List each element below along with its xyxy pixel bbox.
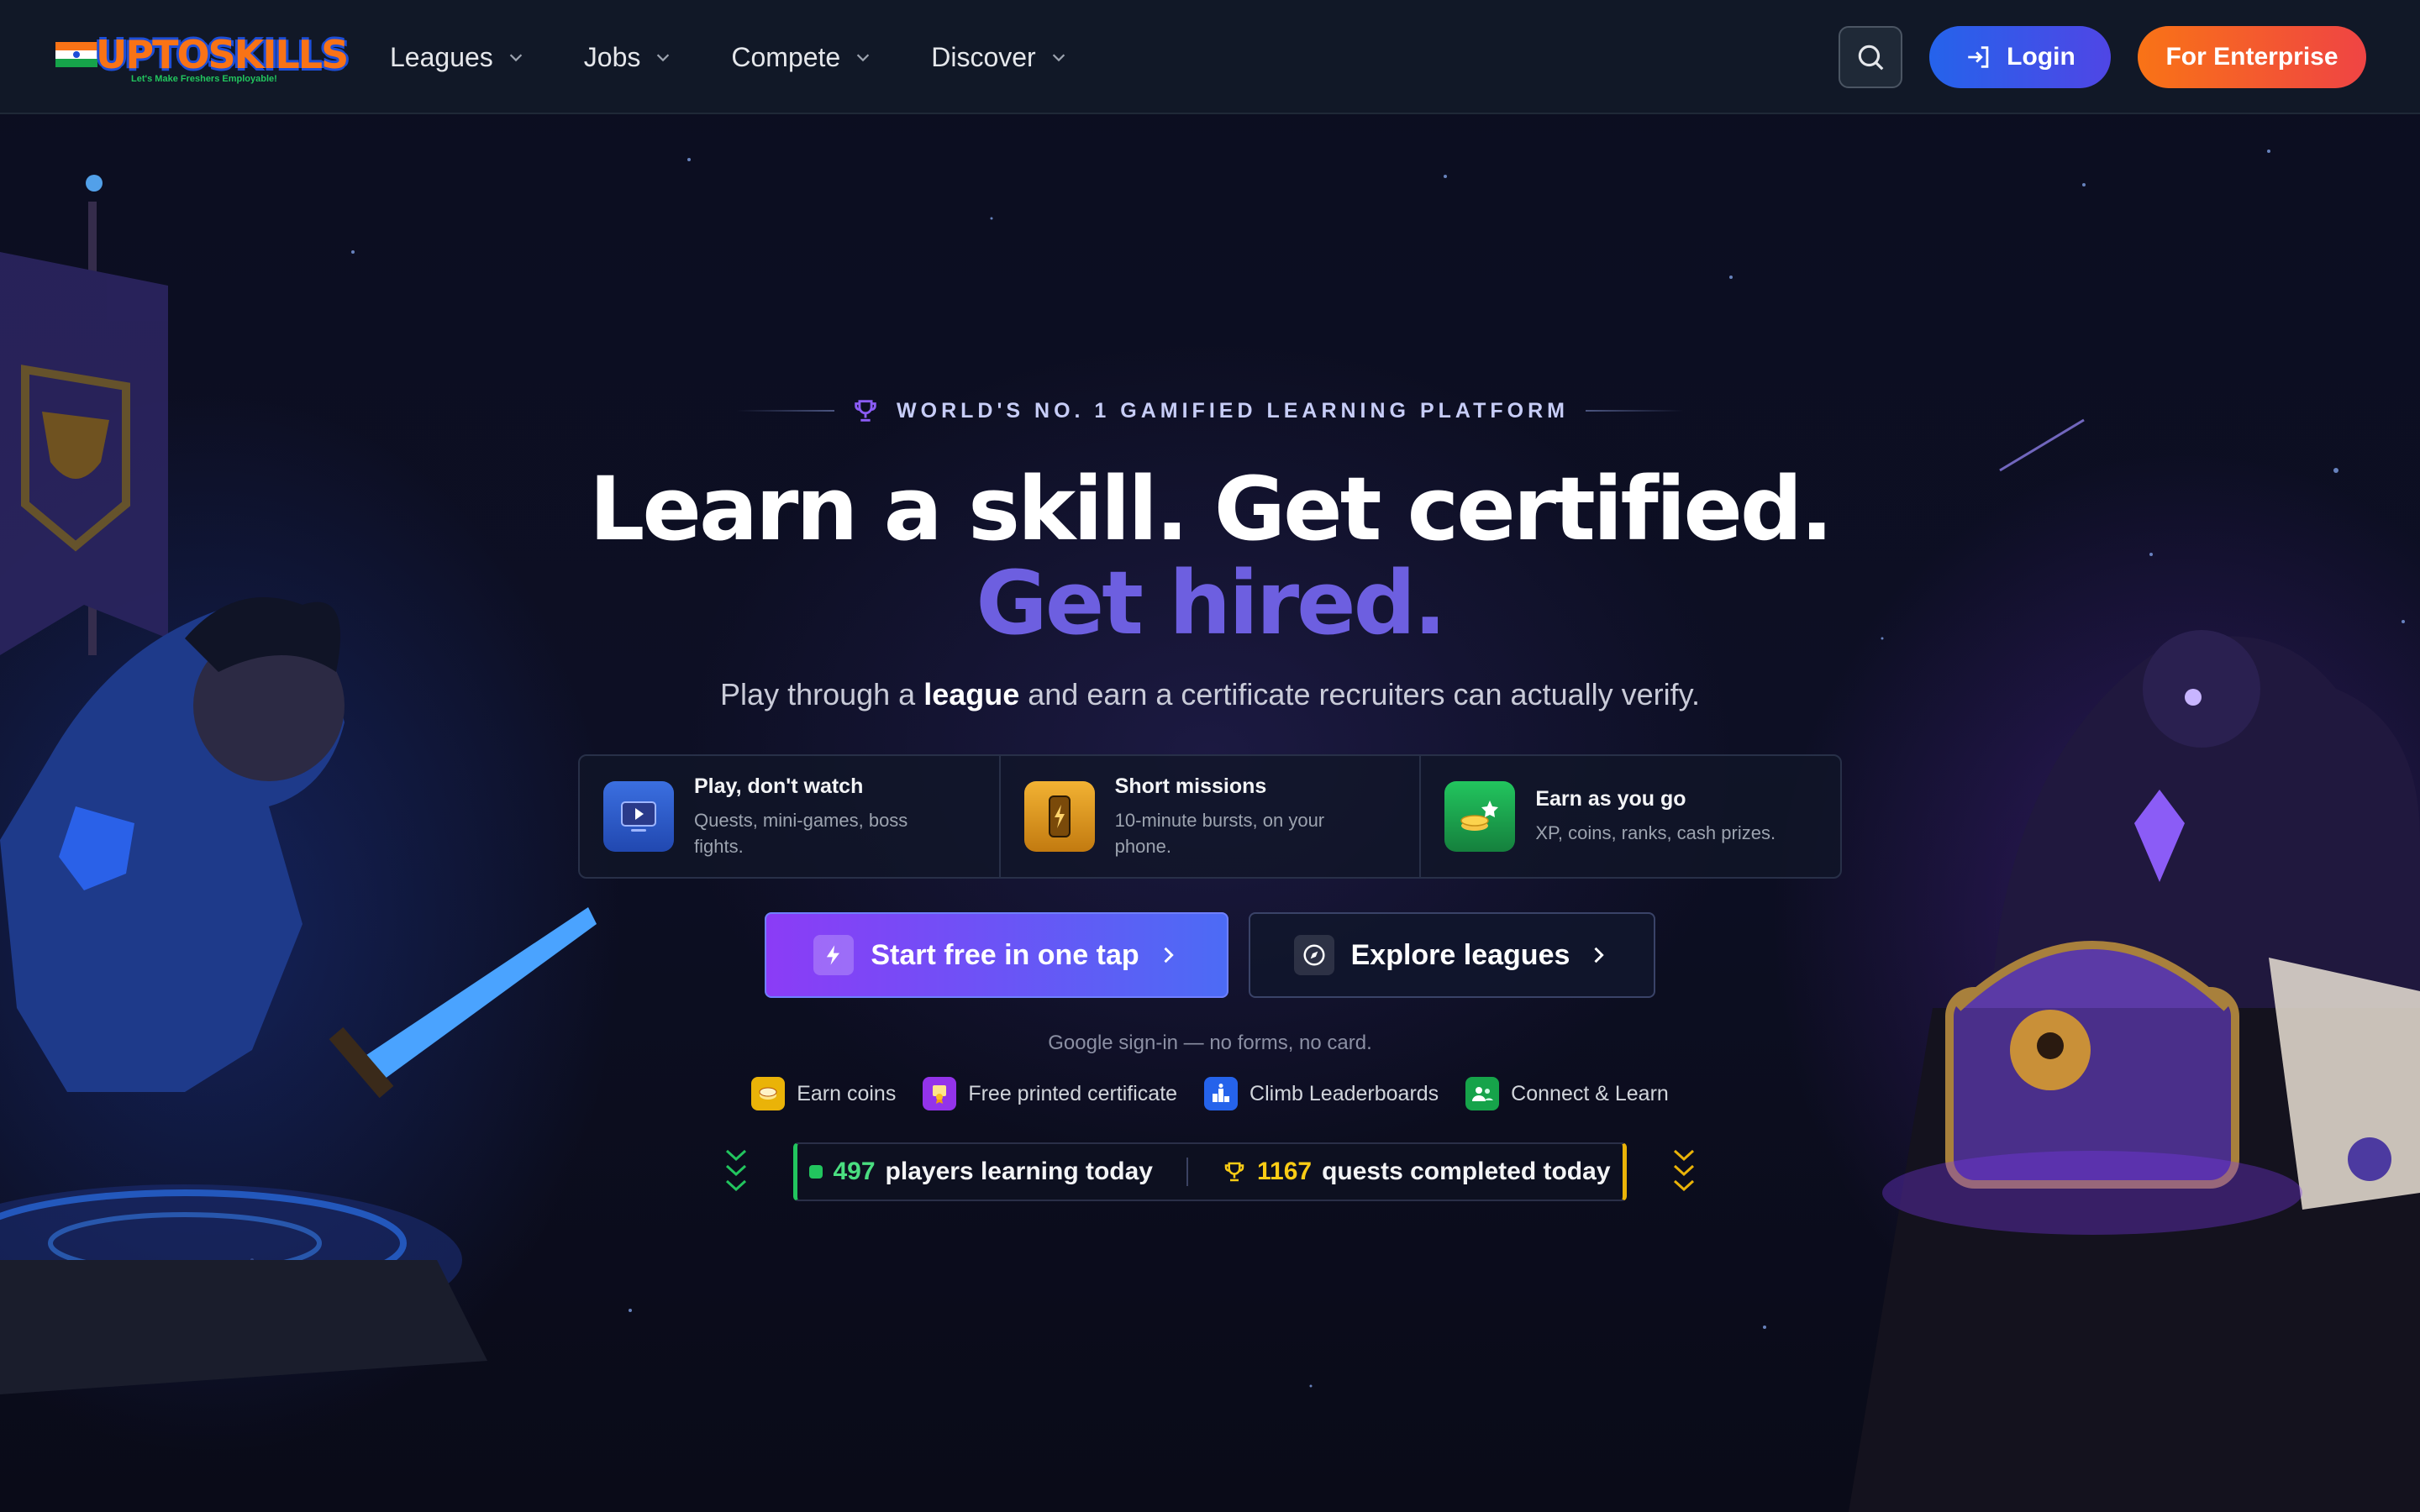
- perk-label: Climb Leaderboards: [1249, 1081, 1439, 1105]
- logo-wordmark: UPTOSKILLS: [96, 32, 349, 77]
- chevron-down-icon: [1052, 54, 1065, 62]
- coin-icon: [751, 1077, 786, 1110]
- hero-subtitle: Play through a league and earn a certifi…: [0, 677, 2420, 712]
- login-button[interactable]: Login: [1929, 26, 2111, 88]
- eyebrow-line-right: [1585, 410, 1683, 412]
- search-button[interactable]: [1839, 26, 1902, 88]
- people-icon: [1465, 1077, 1500, 1110]
- nav-compete-label: Compete: [731, 41, 841, 72]
- trophy-icon: [855, 400, 876, 422]
- login-label: Login: [2007, 43, 2075, 71]
- feature-short-missions: Short missions 10-minute bursts, on your…: [1001, 756, 1422, 877]
- trophy-icon: [1224, 1162, 1244, 1182]
- leaderboard-icon: [1204, 1077, 1239, 1110]
- compass-icon: [1293, 935, 1334, 975]
- phone-bolt-icon: [1023, 781, 1095, 852]
- nav-discover-label: Discover: [931, 41, 1036, 72]
- signin-note: Google sign-in — no forms, no card.: [1048, 1032, 1372, 1054]
- start-free-label: Start free in one tap: [871, 938, 1139, 971]
- feature-desc: XP, coins, ranks, cash prizes.: [1535, 822, 1776, 843]
- enterprise-label: For Enterprise: [2165, 43, 2338, 71]
- coins-star-icon: [1444, 781, 1516, 852]
- for-enterprise-button[interactable]: For Enterprise: [2138, 26, 2366, 88]
- feature-title: Short missions: [1114, 774, 1267, 798]
- double-chevron-down-icon: [1673, 1149, 1695, 1192]
- feature-strip: Play, don't watch Quests, mini-games, bo…: [578, 754, 1842, 879]
- explore-leagues-button[interactable]: Explore leagues: [1249, 912, 1655, 998]
- login-icon: [1968, 46, 1989, 68]
- perk-label: Earn coins: [797, 1081, 897, 1105]
- nav-leagues-label: Leagues: [390, 41, 493, 72]
- feature-title: Earn as you go: [1535, 787, 1686, 811]
- live-stats-bar: 497 players learning today 1167 quests c…: [793, 1142, 1627, 1201]
- play-screen-icon: [603, 781, 674, 852]
- nav-leagues[interactable]: Leagues: [390, 34, 525, 81]
- perk-certificate: Free printed certificate: [923, 1077, 1177, 1110]
- chevron-down-icon: [657, 54, 670, 62]
- live-dot-icon: [809, 1165, 823, 1179]
- players-label: players learning today: [885, 1158, 1153, 1185]
- stats-divider: [1186, 1158, 1188, 1186]
- subtitle-part-2: and earn a certificate recruiters can ac…: [1028, 677, 1700, 711]
- perk-leaderboards: Climb Leaderboards: [1204, 1077, 1439, 1110]
- quests-count: 1167: [1257, 1158, 1313, 1185]
- logo-tagline: Let's Make Freshers Employable!: [131, 74, 277, 84]
- perk-connect: Connect & Learn: [1465, 1077, 1669, 1110]
- players-count: 497: [833, 1158, 876, 1185]
- feature-desc: 10-minute bursts, on your phone.: [1114, 809, 1325, 857]
- feature-play: Play, don't watch Quests, mini-games, bo…: [580, 756, 1001, 877]
- perk-label: Connect & Learn: [1511, 1081, 1669, 1105]
- eyebrow-line-left: [737, 410, 835, 412]
- certificate-icon: [923, 1077, 957, 1110]
- top-navbar: UPTOSKILLS Let's Make Freshers Employabl…: [0, 0, 2420, 114]
- explore-leagues-label: Explore leagues: [1350, 938, 1570, 971]
- eyebrow-text: WORLD'S NO. 1 GAMIFIED LEARNING PLATFORM: [897, 398, 1569, 423]
- quests-stat: 1167 quests completed today: [1222, 1158, 1611, 1186]
- bolt-icon: [813, 935, 855, 975]
- chevron-down-icon: [509, 54, 523, 62]
- quests-label: quests completed today: [1322, 1158, 1611, 1185]
- subtitle-bold-word: league: [923, 677, 1020, 711]
- chevron-right-icon: [1164, 947, 1174, 963]
- players-stat: 497 players learning today: [809, 1158, 1153, 1186]
- headline-line-2: Get hired.: [976, 552, 1446, 654]
- feature-earn: Earn as you go XP, coins, ranks, cash pr…: [1421, 756, 1840, 877]
- perk-label: Free printed certificate: [968, 1081, 1178, 1105]
- start-free-button[interactable]: Start free in one tap: [765, 912, 1228, 998]
- uptoskills-logo[interactable]: UPTOSKILLS Let's Make Freshers Employabl…: [54, 29, 349, 87]
- perk-earn-coins: Earn coins: [751, 1077, 896, 1110]
- nav-jobs[interactable]: Jobs: [584, 34, 673, 81]
- headline-line-1: Learn a skill. Get certified.: [589, 458, 1833, 560]
- main-menu: Leagues Jobs Compete Discover: [390, 34, 1127, 81]
- perks-row: Earn coins Free printed certificate Clim…: [0, 1077, 2420, 1110]
- feature-title: Play, don't watch: [694, 774, 864, 798]
- chevron-right-icon: [1594, 947, 1605, 963]
- feature-desc: Quests, mini-games, boss fights.: [694, 809, 908, 857]
- hero-eyebrow: WORLD'S NO. 1 GAMIFIED LEARNING PLATFORM: [0, 396, 2420, 425]
- nav-discover[interactable]: Discover: [931, 34, 1067, 81]
- double-chevron-down-icon: [725, 1149, 747, 1192]
- nav-jobs-label: Jobs: [583, 41, 641, 72]
- nav-compete[interactable]: Compete: [731, 34, 872, 81]
- search-icon: [1858, 45, 1884, 71]
- chevron-down-icon: [856, 54, 870, 62]
- subtitle-part-1: Play through a: [720, 677, 916, 711]
